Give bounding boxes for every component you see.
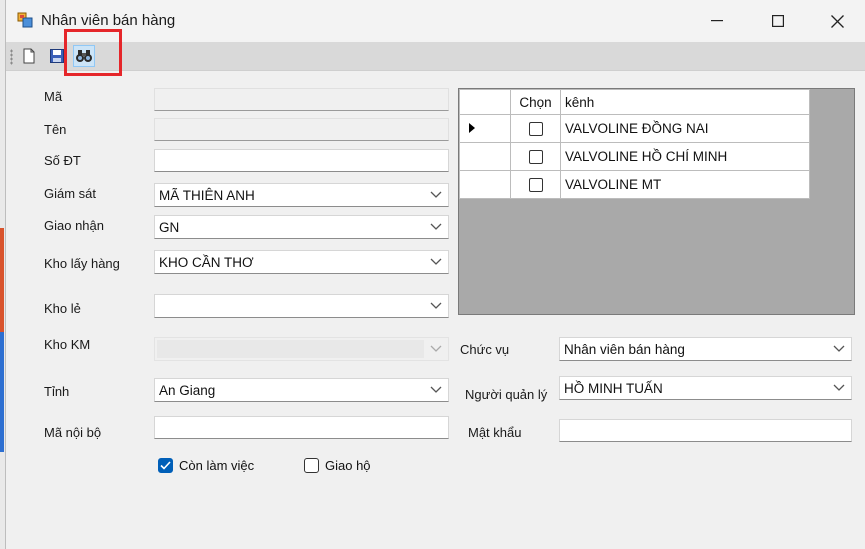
close-icon: [830, 14, 844, 28]
pickup-warehouse-combo[interactable]: KHO CẦN THƠ: [154, 250, 449, 274]
ten-field[interactable]: [154, 118, 449, 141]
close-button[interactable]: [814, 6, 860, 36]
chevron-down-icon: [430, 302, 442, 309]
chevron-down-icon: [430, 191, 442, 198]
toolbar: [6, 42, 865, 71]
phone-field[interactable]: [154, 149, 449, 172]
sodt-label: Số ĐT: [44, 153, 81, 168]
supervisor-combo[interactable]: MÃ THIÊN ANH: [154, 183, 449, 207]
row-checkbox[interactable]: [528, 122, 543, 137]
province-combo[interactable]: An Giang: [154, 378, 449, 402]
manager-combo[interactable]: HỒ MINH TUẤN: [559, 376, 852, 400]
grid-header-kenh[interactable]: kênh: [560, 89, 810, 115]
password-field[interactable]: [559, 419, 852, 442]
save-icon: [50, 49, 64, 63]
retail-warehouse-combo[interactable]: [154, 294, 449, 318]
row-header-current[interactable]: [459, 114, 511, 143]
row-chon-cell[interactable]: [510, 142, 561, 171]
chevron-down-icon: [430, 345, 442, 352]
ten-label: Tên: [44, 122, 67, 137]
grid-header-row: Chọn kênh: [459, 89, 810, 115]
giamsat-label: Giám sát: [44, 186, 97, 201]
internal-code-field[interactable]: [154, 416, 449, 439]
row-checkbox[interactable]: [528, 150, 543, 165]
minimize-icon: [711, 20, 723, 22]
row-header[interactable]: [459, 170, 511, 199]
khokm-label: Kho KM: [44, 337, 91, 352]
chevron-down-icon: [833, 384, 845, 391]
window-title: Nhân viên bán hàng: [41, 12, 176, 29]
checkbox-checked[interactable]: [158, 458, 173, 473]
row-header[interactable]: [459, 142, 511, 171]
row-kenh-cell[interactable]: VALVOLINE HỒ CHÍ MINH: [560, 142, 810, 171]
checkbox-unchecked[interactable]: [304, 458, 319, 473]
current-row-arrow-icon: [469, 123, 475, 133]
position-combo[interactable]: Nhân viên bán hàng: [559, 337, 852, 361]
maximize-button[interactable]: [755, 6, 801, 36]
chevron-down-icon: [833, 345, 845, 352]
highlight-annotation: [64, 29, 122, 76]
manoibo-label: Mã nội bộ: [44, 425, 102, 440]
background-window-accent-blue: [0, 332, 4, 452]
toolbar-grip[interactable]: [10, 49, 13, 65]
app-icon: [17, 12, 33, 28]
table-row[interactable]: VALVOLINE MT: [459, 170, 810, 199]
row-checkbox[interactable]: [528, 178, 543, 193]
delivery-combo[interactable]: GN: [154, 215, 449, 239]
maximize-icon: [772, 15, 784, 27]
minimize-button[interactable]: [694, 6, 740, 36]
grid-header-chon[interactable]: Chọn: [510, 89, 561, 115]
supervisor-value: MÃ THIÊN ANH: [159, 188, 255, 203]
matkhau-label: Mật khẩu: [468, 425, 522, 440]
channel-table: Chọn kênh VALVOLINE ĐỒNG NAI VALVOLINE H…: [459, 89, 810, 199]
background-window-accent: [0, 228, 4, 332]
still-working-label: Còn làm việc: [179, 458, 255, 473]
promo-warehouse-combo[interactable]: [154, 337, 449, 361]
chucvu-label: Chức vụ: [460, 342, 510, 357]
new-button[interactable]: [18, 45, 40, 67]
chevron-down-icon: [430, 223, 442, 230]
chevron-down-icon: [430, 386, 442, 393]
row-kenh-cell[interactable]: VALVOLINE MT: [560, 170, 810, 199]
manager-value: HỒ MINH TUẤN: [564, 381, 663, 396]
delivery-help-label: Giao hộ: [325, 458, 371, 473]
row-chon-cell[interactable]: [510, 114, 561, 143]
province-value: An Giang: [159, 383, 216, 398]
title-bar: Nhân viên bán hàng: [6, 0, 865, 42]
table-row[interactable]: VALVOLINE ĐỒNG NAI: [459, 114, 810, 143]
chevron-down-icon: [430, 258, 442, 265]
row-chon-cell[interactable]: [510, 170, 561, 199]
channel-grid[interactable]: Chọn kênh VALVOLINE ĐỒNG NAI VALVOLINE H…: [458, 88, 855, 315]
kholayhang-label: Kho lấy hàng: [44, 256, 120, 271]
pickup-warehouse-value: KHO CẦN THƠ: [159, 255, 254, 270]
checkmark-icon: [160, 461, 171, 470]
position-value: Nhân viên bán hàng: [564, 342, 685, 357]
giaonhan-label: Giao nhận: [44, 218, 104, 233]
khole-label: Kho lẻ: [44, 301, 81, 316]
ma-field[interactable]: [154, 88, 449, 111]
new-document-icon: [23, 48, 35, 64]
delivery-help-checkbox[interactable]: Giao hộ: [304, 458, 371, 473]
employee-window: Nhân viên bán hàng Mã Tên Số ĐT Giám sát…: [5, 0, 865, 549]
still-working-checkbox[interactable]: Còn làm việc: [158, 458, 254, 473]
ma-label: Mã: [44, 89, 63, 104]
grid-corner-cell[interactable]: [459, 89, 511, 115]
delivery-value: GN: [159, 220, 180, 235]
nguoiquanly-label: Người quản lý: [465, 387, 548, 402]
row-kenh-cell[interactable]: VALVOLINE ĐỒNG NAI: [560, 114, 810, 143]
tinh-label: Tỉnh: [44, 384, 70, 399]
table-row[interactable]: VALVOLINE HỒ CHÍ MINH: [459, 142, 810, 171]
